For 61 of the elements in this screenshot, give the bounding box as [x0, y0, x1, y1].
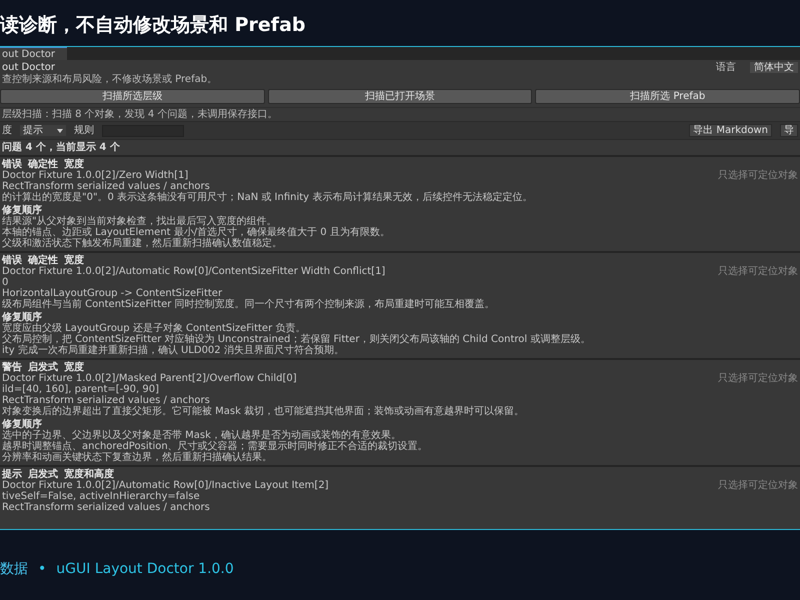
detail-text: RectTransform serialized values / anchors [2, 502, 211, 513]
hint-text: 只选择可定位对象 [718, 266, 798, 277]
fix-heading: 修复顺序 [2, 312, 42, 323]
export-button[interactable]: 导出 Markdown [689, 124, 772, 137]
issue-tag: 确定性 [28, 159, 58, 170]
issue-tag: 宽度 [64, 255, 84, 266]
fix-step: 分辨率和动画关键状态下复查边界，然后重新扫描确认结果。 [2, 452, 798, 463]
issue-tag: 宽度 [64, 362, 84, 373]
hint-text: 只选择可定位对象 [718, 480, 798, 491]
object-path[interactable]: Doctor Fixture 1.0.0[2]/Masked Parent[2]/Overflow Child[0] [2, 373, 297, 384]
fix-step: 结果源"从父对象到当前对象检查，找出最后写入宽度的组件。 [2, 216, 798, 227]
footer-text: 数据 [0, 560, 28, 578]
product-version: uGUI Layout Doctor 1.0.0 [56, 561, 234, 577]
detail-text: RectTransform serialized values / anchors [2, 181, 211, 192]
detail-text: RectTransform serialized values / anchors [2, 395, 210, 406]
scan-button[interactable]: 扫描已打开场景 [268, 89, 532, 104]
hint-text: 只选择可定位对象 [718, 170, 798, 181]
fix-step: ity 完成一次布局重建并重新扫描，确认 ULD002 消失且界面尺寸符合预期。 [2, 345, 798, 356]
window-title: out Doctor [2, 62, 56, 73]
hint-text: 只选择可定位对象 [718, 373, 798, 384]
detail-text: 的计算出的宽度是"0"。0 表示这条轴没有可用尺寸；NaN 或 Infinity 表示布局计算结果无效，后续控件无法稳定定位。 [2, 192, 534, 203]
window-tab[interactable]: out Doctor [0, 47, 68, 60]
issue-tag: 确定性 [28, 255, 58, 266]
fix-heading: 修复顺序 [2, 205, 42, 216]
issue-tag: 宽度和高度 [64, 469, 114, 480]
object-path[interactable]: Doctor Fixture 1.0.0[2]/Automatic Row[0]/Inactive Layout Item[2] [2, 480, 329, 491]
severity-dropdown[interactable]: 提示 [20, 125, 66, 136]
export-button[interactable]: 导 [780, 124, 798, 137]
separator-dot: • [38, 561, 46, 577]
detail-text: tiveSelf=False, activeInHierarchy=false [2, 491, 200, 502]
detail-text: 对象变换后的边界超出了直接父矩形。它可能被 Mask 裁切，也可能遮挡其他界面；装饰或动画有意越界时可以保留。 [2, 406, 526, 417]
fix-step: 越界时调整锚点、anchoredPosition、尺寸或父容器；需要显示时同时修正不合适的裁切设置。 [2, 441, 798, 452]
window-description: 查控制来源和布局风险，不修改场景或 Prefab。 [1, 73, 218, 86]
scan-button[interactable]: 扫描所选层级 [0, 89, 265, 104]
fix-step: 父布局控制，把 ContentSizeFitter 对应轴设为 Unconstrained；若保留 Fitter，则关闭父布局该轴的 Child Control 或调整层级。 [2, 334, 798, 345]
issue-tag: 启发式 [28, 469, 58, 480]
severity-label: 度 [2, 125, 12, 136]
language-label: 语言 [716, 62, 736, 73]
fix-heading: 修复顺序 [2, 419, 42, 430]
fix-step: 父级和激活状态下触发布局重建，然后重新扫描确认数值稳定。 [2, 238, 798, 249]
page-heading: 读诊断，不自动修改场景和 Prefab [0, 13, 306, 38]
issue-tag: 宽度 [64, 159, 84, 170]
fix-step: 宽度应由父级 LayoutGroup 还是子对象 ContentSizeFitter 负责。 [2, 323, 798, 334]
detail-text: 级布局组件与当前 ContentSizeFitter 同时控制宽度。同一个尺寸有两个控制来源，布局重建时可能互相覆盖。 [2, 299, 496, 310]
issue-tag: 启发式 [28, 362, 58, 373]
fix-step: 选中的子边界、父边界以及父对象是否带 Mask，确认越界是否为动画或装饰的有意效果。 [2, 430, 798, 441]
object-path[interactable]: Doctor Fixture 1.0.0[2]/Automatic Row[0]/ContentSizeFitter Width Conflict[1] [2, 266, 386, 277]
scan-button[interactable]: 扫描所选 Prefab [535, 89, 800, 104]
detail-text: 0 [2, 277, 10, 288]
detail-text: ild=[40, 160], parent=[-90, 90] [2, 384, 159, 395]
detail-text: HorizontalLayoutGroup -> ContentSizeFitter [2, 288, 222, 299]
object-path[interactable]: Doctor Fixture 1.0.0[2]/Zero Width[1] [2, 170, 188, 181]
issue-tag: 错误 [2, 255, 22, 266]
issue-tag: 提示 [2, 469, 22, 480]
issue-tag: 错误 [2, 159, 22, 170]
caret-icon [57, 128, 63, 132]
rule-label: 规则 [74, 125, 94, 136]
issue-count: 问题 4 个，当前显示 4 个 [0, 139, 800, 155]
issue-tag: 警告 [2, 362, 22, 373]
language-dropdown[interactable]: 简体中文 [750, 62, 798, 73]
fix-step: 本轴的锚点、边距或 LayoutElement 最小/首选尺寸，确保最终值大于 0 且为有限数。 [2, 227, 798, 238]
